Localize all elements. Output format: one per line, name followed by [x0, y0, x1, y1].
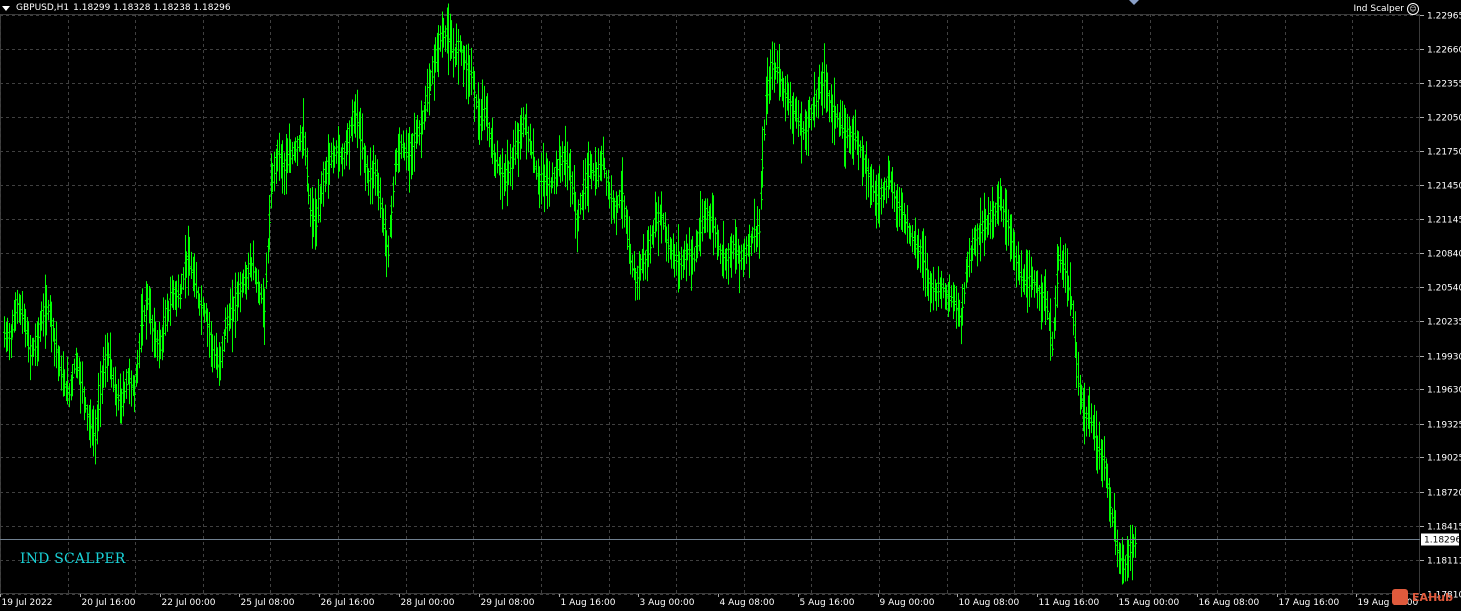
price-tick-label: 1.21450 — [1427, 182, 1461, 192]
watermark: EAHub — [1392, 589, 1453, 605]
symbol-label: GBPUSD,H1 — [16, 3, 70, 13]
time-tick-label: 9 Aug 00:00 — [880, 598, 935, 608]
price-tick-label: 1.19630 — [1427, 386, 1461, 396]
time-tick-label: 11 Aug 16:00 — [1039, 598, 1100, 608]
time-tick-label: 16 Aug 08:00 — [1199, 598, 1260, 608]
overlay-label: IND SCALPER — [20, 551, 126, 567]
indicator-name: Ind Scalper — [1353, 4, 1404, 14]
price-tick-label: 1.22050 — [1427, 114, 1461, 124]
time-tick-label: 25 Jul 08:00 — [241, 598, 295, 608]
price-tick-label: 1.21145 — [1427, 216, 1461, 226]
chart-header: GBPUSD,H1 1.18299 1.18328 1.18238 1.1829… — [2, 3, 231, 13]
price-tick-label: 1.20840 — [1427, 250, 1461, 260]
price-tick-label: 1.18415 — [1427, 523, 1461, 533]
price-tick-label: 1.19025 — [1427, 454, 1461, 464]
price-tick-label: 1.19930 — [1427, 353, 1461, 363]
time-tick-label: 17 Aug 16:00 — [1279, 598, 1340, 608]
time-tick-label: 29 Jul 08:00 — [481, 598, 535, 608]
price-tick-label: 1.21750 — [1427, 148, 1461, 158]
price-tick-label: 1.22660 — [1427, 46, 1461, 56]
price-tick-label: 1.19325 — [1427, 421, 1461, 431]
time-tick-label: 10 Aug 08:00 — [959, 598, 1020, 608]
time-tick-label: 3 Aug 00:00 — [640, 598, 695, 608]
price-series — [3, 3, 1137, 585]
time-tick-label: 5 Aug 16:00 — [800, 598, 855, 608]
time-tick-label: 22 Jul 00:00 — [162, 598, 216, 608]
eahub-logo-icon — [1392, 589, 1409, 605]
scroll-marker-icon[interactable] — [1129, 0, 1139, 5]
price-tick-label: 1.18111 — [1427, 557, 1461, 567]
price-tick-label: 1.18720 — [1427, 489, 1461, 499]
price-chart[interactable]: 1.22965 1.22660 1.22355 1.22050 1.21750 1.214… — [0, 0, 1461, 611]
time-tick-label: 4 Aug 08:00 — [720, 598, 775, 608]
price-tick-label: 1.22355 — [1427, 80, 1461, 90]
chevron-down-icon[interactable] — [2, 5, 10, 11]
ohlc-values: 1.18299 1.18328 1.18238 1.18296 — [73, 3, 231, 13]
time-tick-label: 1 Aug 16:00 — [561, 598, 616, 608]
time-tick-label: 15 Aug 00:00 — [1119, 598, 1180, 608]
time-tick-label: 20 Jul 16:00 — [82, 598, 136, 608]
plot-frame — [0, 14, 1420, 594]
smiley-icon: ☺ — [1407, 3, 1419, 15]
price-tick-label: 1.20540 — [1427, 284, 1461, 294]
current-price-label: 1.18296 — [1424, 536, 1461, 546]
indicator-label[interactable]: Ind Scalper ☺ — [1353, 3, 1419, 15]
watermark-text: EAHub — [1412, 590, 1453, 604]
price-tick-label: 1.22965 — [1427, 12, 1461, 22]
time-tick-label: 19 Jul 2022 — [2, 598, 53, 608]
time-tick-label: 28 Jul 00:00 — [401, 598, 455, 608]
price-tick-label: 1.20235 — [1427, 318, 1461, 328]
time-tick-label: 26 Jul 16:00 — [321, 598, 375, 608]
